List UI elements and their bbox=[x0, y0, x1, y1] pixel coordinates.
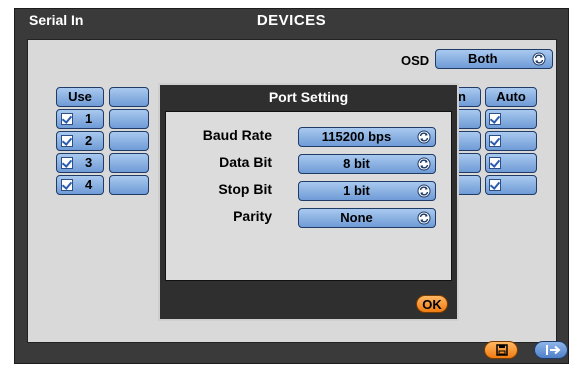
window-title: DEVICES bbox=[256, 12, 327, 29]
stop-bit-value: 1 bit bbox=[343, 183, 370, 198]
row-3-use[interactable]: 3 bbox=[56, 153, 104, 173]
sync-icon bbox=[532, 52, 546, 66]
use-checkbox-1[interactable] bbox=[61, 113, 73, 125]
auto-checkbox-3[interactable] bbox=[489, 157, 501, 169]
row-2-use[interactable]: 2 bbox=[56, 131, 104, 151]
auto-checkbox-4[interactable] bbox=[489, 179, 501, 191]
row-1-use[interactable]: 1 bbox=[56, 109, 104, 129]
baud-rate-select[interactable]: 115200 bps bbox=[298, 127, 436, 147]
stop-bit-label: Stop Bit bbox=[218, 181, 272, 197]
dialog-body: Baud Rate 115200 bps Data Bit 8 bit Stop… bbox=[165, 111, 452, 281]
row-number: 1 bbox=[85, 111, 93, 126]
save-icon bbox=[496, 344, 508, 356]
use-checkbox-4[interactable] bbox=[61, 179, 73, 191]
osd-value: Both bbox=[468, 51, 498, 66]
save-button[interactable] bbox=[484, 341, 518, 359]
row-3-auto[interactable] bbox=[485, 153, 537, 173]
baud-rate-label: Baud Rate bbox=[202, 127, 272, 143]
parity-select[interactable]: None bbox=[298, 208, 436, 228]
title-bar: Serial In DEVICES bbox=[15, 9, 568, 31]
exit-icon bbox=[546, 345, 561, 355]
use-checkbox-2[interactable] bbox=[61, 135, 73, 147]
data-bit-label: Data Bit bbox=[219, 154, 272, 170]
auto-checkbox-1[interactable] bbox=[489, 113, 501, 125]
row-4-col2[interactable] bbox=[109, 175, 149, 195]
data-bit-value: 8 bit bbox=[343, 156, 370, 171]
row-2-auto[interactable] bbox=[485, 131, 537, 151]
baud-rate-value: 115200 bps bbox=[321, 129, 392, 144]
header-col2 bbox=[109, 87, 149, 107]
row-number: 4 bbox=[85, 177, 93, 192]
row-3-col2[interactable] bbox=[109, 153, 149, 173]
dialog-title: Port Setting bbox=[268, 89, 349, 105]
devices-window: Serial In DEVICES OSD Both Use n Auto 1 … bbox=[14, 8, 569, 364]
row-1-col2[interactable] bbox=[109, 109, 149, 129]
osd-select[interactable]: Both bbox=[435, 49, 553, 69]
sync-icon bbox=[417, 184, 431, 198]
port-setting-dialog: Port Setting Baud Rate 115200 bps Data B… bbox=[158, 83, 459, 321]
header-auto: Auto bbox=[485, 87, 537, 107]
parity-label: Parity bbox=[233, 208, 272, 224]
header-use: Use bbox=[56, 87, 104, 107]
ok-button[interactable]: OK bbox=[416, 295, 448, 313]
data-bit-select[interactable]: 8 bit bbox=[298, 154, 436, 174]
row-number: 3 bbox=[85, 155, 93, 170]
sync-icon bbox=[417, 211, 431, 225]
row-number: 2 bbox=[85, 133, 93, 148]
parity-value: None bbox=[340, 210, 373, 225]
sync-icon bbox=[417, 157, 431, 171]
row-4-use[interactable]: 4 bbox=[56, 175, 104, 195]
row-4-auto[interactable] bbox=[485, 175, 537, 195]
osd-label: OSD bbox=[401, 53, 430, 68]
stop-bit-select[interactable]: 1 bit bbox=[298, 181, 436, 201]
sync-icon bbox=[417, 130, 431, 144]
exit-button[interactable] bbox=[534, 341, 568, 359]
use-checkbox-3[interactable] bbox=[61, 157, 73, 169]
row-1-auto[interactable] bbox=[485, 109, 537, 129]
row-2-col2[interactable] bbox=[109, 131, 149, 151]
auto-checkbox-2[interactable] bbox=[489, 135, 501, 147]
